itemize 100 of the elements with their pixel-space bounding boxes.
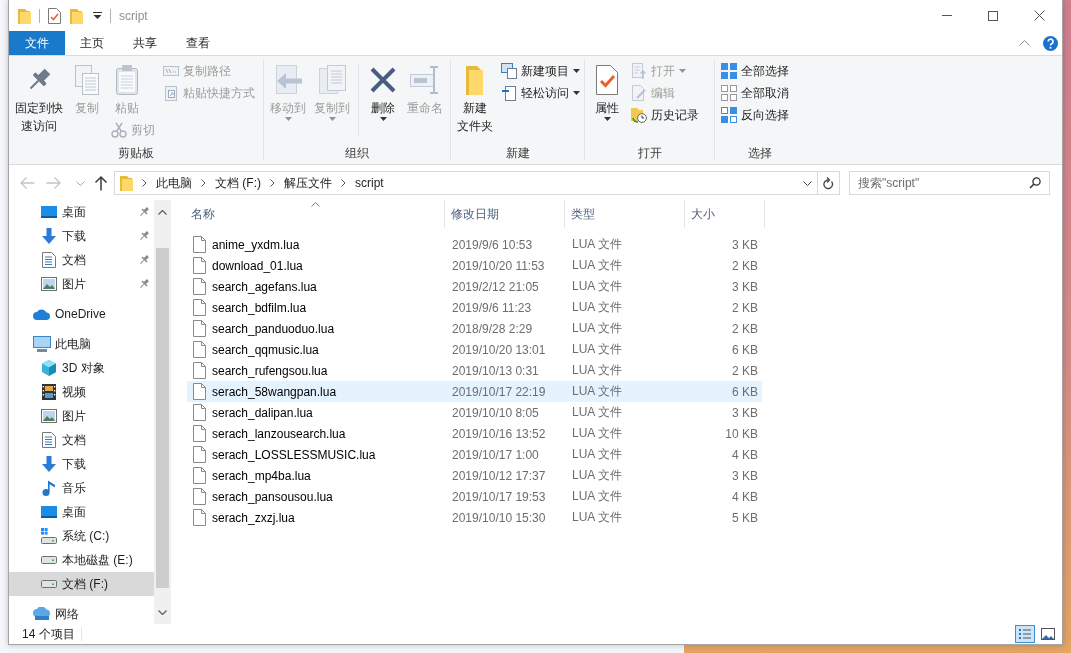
breadcrumb-item[interactable]: 此电脑	[156, 174, 192, 192]
nav-item[interactable]: 网络	[9, 602, 154, 624]
nav-item[interactable]: 系统 (C:)	[9, 524, 154, 548]
file-type: LUA 文件	[571, 404, 623, 421]
nav-item[interactable]: 本地磁盘 (E:)	[9, 548, 154, 572]
select-all-button[interactable]: 全部选择	[718, 60, 792, 82]
breadcrumb-item[interactable]: 文档 (F:)	[215, 174, 261, 192]
nav-item[interactable]: 桌面	[9, 200, 154, 224]
column-header[interactable]: 大小	[685, 200, 765, 228]
cloud-icon	[32, 308, 51, 320]
search-icon[interactable]	[1029, 177, 1041, 189]
ribbon-tab[interactable]: 查看	[171, 31, 224, 55]
modified-date: 2019/10/20 13:01	[451, 342, 547, 357]
nav-item[interactable]: 图片	[9, 272, 154, 296]
delete-button[interactable]: 删除	[364, 60, 402, 123]
file-row[interactable]: serach_mp4ba.lua 2019/10/12 17:37 LUA 文件 3 KB	[187, 465, 762, 486]
file-icon	[193, 320, 206, 337]
file-size: 10 KB	[724, 426, 759, 441]
file-name: serach_mp4ba.lua	[212, 468, 311, 483]
pictures-icon	[40, 409, 57, 423]
ribbon-tab[interactable]: 共享	[118, 31, 171, 55]
scrollbar[interactable]	[154, 200, 171, 624]
file-type: LUA 文件	[571, 257, 623, 274]
ribbon-tab[interactable]: 主页	[65, 31, 118, 55]
help-icon[interactable]	[1043, 35, 1058, 51]
address-field[interactable]: 此电脑 文档 (F:) 解压文件 script	[114, 171, 818, 195]
large-icons-view-icon[interactable]	[1038, 625, 1058, 643]
file-row[interactable]: search_qqmusic.lua 2019/10/20 13:01 LUA 文件 6 KB	[187, 339, 762, 360]
breadcrumb-item[interactable]: 解压文件	[284, 174, 332, 192]
maximize-icon[interactable]	[988, 10, 998, 21]
column-header[interactable]: 类型	[565, 200, 685, 228]
item-count: 14 个项目	[22, 625, 75, 643]
search-field[interactable]: 搜索"script"	[849, 171, 1050, 195]
rename-icon	[409, 64, 441, 96]
file-row[interactable]: search_agefans.lua 2019/2/12 21:05 LUA 文件 3 KB	[187, 276, 762, 297]
nav-item[interactable]: 文档	[9, 428, 154, 452]
nav-item[interactable]: 视频	[9, 380, 154, 404]
nav-item[interactable]: 此电脑	[9, 332, 154, 356]
column-header[interactable]: 名称	[187, 200, 445, 228]
file-row[interactable]: search_panduoduo.lua 2018/9/28 2:29 LUA 文件 2 KB	[187, 318, 762, 339]
customize-dropdown-icon[interactable]	[93, 12, 102, 19]
refresh-button[interactable]	[818, 171, 840, 195]
pin-to-quick-access-button[interactable]: 固定到快速访问	[12, 60, 66, 137]
modified-date: 2019/10/17 1:00	[451, 447, 540, 462]
scroll-up-icon[interactable]	[158, 209, 167, 215]
file-row[interactable]: search_bdfilm.lua 2019/9/6 11:23 LUA 文件 2 KB	[187, 297, 762, 318]
details-view-icon[interactable]	[1015, 625, 1035, 643]
group-label: 新建	[505, 145, 530, 162]
folder-icon	[17, 7, 31, 24]
file-row[interactable]: serach_LOSSLESSMUSIC.lua 2019/10/17 1:00 LUA 文件 4 KB	[187, 444, 762, 465]
column-header[interactable]: 修改日期	[445, 200, 565, 228]
history-button[interactable]: 历史记录	[628, 104, 702, 126]
chevron-down-icon[interactable]	[802, 180, 812, 186]
nav-item[interactable]: 图片	[9, 404, 154, 428]
scissors-icon	[111, 122, 127, 138]
nav-item[interactable]: 文档 (F:)	[9, 572, 154, 596]
file-icon	[193, 299, 206, 316]
select-none-icon	[721, 85, 737, 101]
document-icon	[41, 252, 56, 268]
scroll-down-icon[interactable]	[158, 609, 167, 615]
document-arrow-icon	[501, 85, 517, 101]
modified-date: 2019/10/17 19:53	[451, 489, 547, 504]
chevron-up-icon[interactable]	[1019, 40, 1030, 46]
file-icon	[193, 404, 206, 421]
file-row[interactable]: serach_58wangpan.lua 2019/10/17 22:19 LUA 文件 6 KB	[187, 381, 762, 402]
properties-button[interactable]: 属性	[588, 60, 626, 123]
nav-item[interactable]: 桌面	[9, 500, 154, 524]
up-arrow-icon[interactable]	[94, 175, 108, 191]
new-folder-button[interactable]: 新建文件夹	[454, 60, 496, 137]
file-row[interactable]: download_01.lua 2019/10/20 11:53 LUA 文件 2 KB	[187, 255, 762, 276]
easy-access-button[interactable]: 轻松访问	[498, 82, 583, 104]
properties-icon	[48, 7, 61, 24]
file-row[interactable]: serach_pansousou.lua 2019/10/17 19:53 LUA 文件 4 KB	[187, 486, 762, 507]
modified-date: 2019/10/13 0:31	[451, 363, 540, 378]
nav-item[interactable]: 下载	[9, 452, 154, 476]
file-row[interactable]: search_rufengsou.lua 2019/10/13 0:31 LUA 文件 2 KB	[187, 360, 762, 381]
scrollbar-thumb[interactable]	[156, 248, 169, 588]
file-menu-tab[interactable]: 文件	[9, 31, 65, 55]
modified-date: 2019/10/20 11:53	[451, 258, 546, 273]
nav-item[interactable]: 3D 对象	[9, 356, 154, 380]
invert-selection-button[interactable]: 反向选择	[718, 104, 792, 126]
nav-item[interactable]: 下载	[9, 224, 154, 248]
history-icon	[631, 107, 647, 123]
file-icon	[193, 467, 206, 484]
nav-item[interactable]: OneDrive	[9, 302, 154, 326]
file-row[interactable]: serach_lanzousearch.lua 2019/10/16 13:52 LUA 文件 10 KB	[187, 423, 762, 444]
new-item-button[interactable]: 新建项目	[498, 60, 583, 82]
file-row[interactable]: anime_yxdm.lua 2019/9/6 10:53 LUA 文件 3 KB	[187, 234, 762, 255]
nav-item[interactable]: 音乐	[9, 476, 154, 500]
breadcrumb-item[interactable]: script	[355, 176, 384, 190]
file-type: LUA 文件	[571, 488, 623, 505]
close-icon[interactable]	[1033, 10, 1045, 21]
select-none-button[interactable]: 全部取消	[718, 82, 792, 104]
file-row[interactable]: serach_zxzj.lua 2019/10/10 15:30 LUA 文件 5 KB	[187, 507, 762, 528]
file-size: 2 KB	[731, 321, 759, 336]
group-label: 打开	[637, 145, 662, 162]
file-type: LUA 文件	[571, 341, 623, 358]
file-row[interactable]: serach_dalipan.lua 2019/10/10 8:05 LUA 文件 3 KB	[187, 402, 762, 423]
nav-item[interactable]: 文档	[9, 248, 154, 272]
group-label: 组织	[345, 145, 369, 162]
